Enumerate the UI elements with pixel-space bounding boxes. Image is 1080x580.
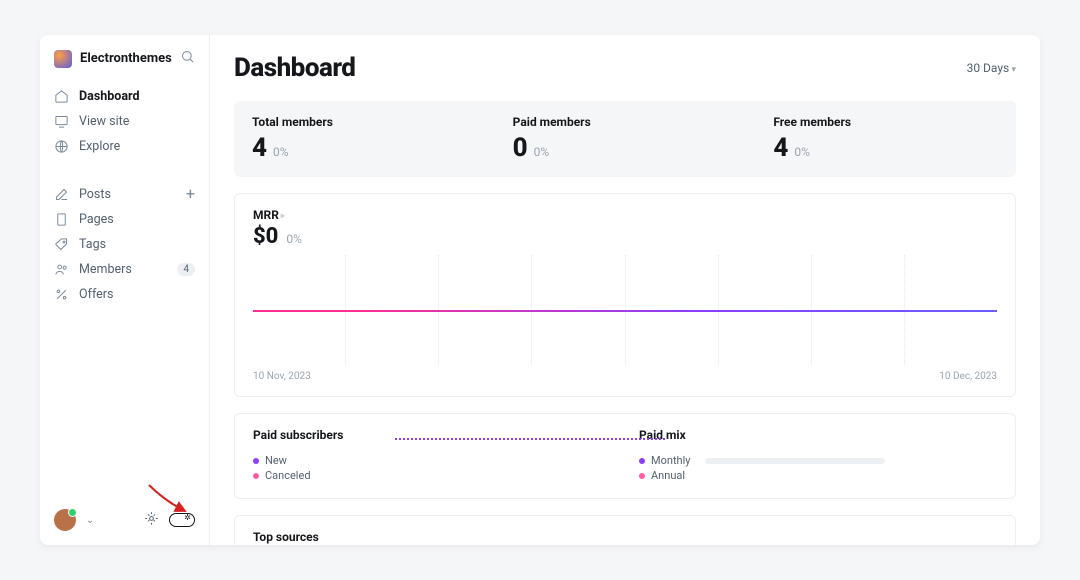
- tag-icon: [54, 237, 69, 252]
- sidebar-item-dashboard[interactable]: Dashboard: [40, 84, 209, 109]
- sidebar-item-label: View site: [79, 114, 195, 129]
- home-icon: [54, 89, 69, 104]
- section-title: Paid mix: [639, 428, 985, 442]
- mrr-pct: 0%: [286, 232, 302, 246]
- dot-icon: [639, 473, 645, 479]
- stat-paid-members[interactable]: Paid members 0 0%: [495, 115, 756, 163]
- sidebar-item-label: Members: [79, 262, 167, 277]
- gear-icon[interactable]: [144, 511, 159, 530]
- sidebar-item-explore[interactable]: Explore: [40, 134, 209, 159]
- section-title: Top sources: [253, 530, 997, 544]
- sidebar-item-label: Pages: [79, 212, 195, 227]
- legend-new: New: [253, 454, 599, 467]
- sidebar-item-label: Offers: [79, 287, 195, 302]
- sidebar-item-label: Explore: [79, 139, 195, 154]
- sidebar-item-label: Dashboard: [79, 89, 195, 104]
- sidebar-item-pages[interactable]: Pages: [40, 207, 209, 232]
- stats-row: Total members 4 0% Paid members 0 0% Free …: [234, 101, 1016, 177]
- stat-value: 4: [773, 133, 788, 163]
- stat-title: Total members: [252, 115, 477, 129]
- theme-toggle[interactable]: [169, 513, 195, 527]
- stat-pct: 0%: [794, 145, 810, 159]
- mrr-title[interactable]: MRR: [253, 208, 997, 222]
- stat-value: 4: [252, 133, 267, 163]
- sidebar-item-view-site[interactable]: View site: [40, 109, 209, 134]
- legend-monthly: Monthly: [639, 454, 691, 467]
- screen-icon: [54, 114, 69, 129]
- paid-mix-panel: Paid mix Monthly Annual: [627, 428, 997, 484]
- main: Dashboard 30 Days Total members 4 0% Paid…: [210, 35, 1040, 545]
- x-start: 10 Nov, 2023: [253, 371, 311, 382]
- sidebar-item-posts[interactable]: Posts +: [40, 181, 209, 207]
- stat-free-members[interactable]: Free members 4 0%: [755, 115, 1016, 163]
- stat-total-members[interactable]: Total members 4 0%: [234, 115, 495, 163]
- plus-icon[interactable]: +: [186, 186, 195, 202]
- chevron-down-icon[interactable]: ⌄: [86, 515, 94, 526]
- stat-title: Free members: [773, 115, 998, 129]
- x-end: 10 Dec, 2023: [939, 371, 997, 382]
- paid-subscribers-panel: Paid subscribers New Canceled: [253, 428, 611, 484]
- nav-primary: Dashboard View site Explore: [40, 80, 209, 163]
- brand[interactable]: Electronthemes: [54, 50, 172, 68]
- sidebar-item-tags[interactable]: Tags: [40, 232, 209, 257]
- date-range-select[interactable]: 30 Days: [967, 61, 1016, 75]
- members-icon: [54, 262, 69, 277]
- mrr-value: $0: [253, 224, 278, 249]
- avatar[interactable]: [54, 509, 76, 531]
- legend-annual: Annual: [639, 469, 691, 482]
- paid-mix-bar: [705, 458, 885, 464]
- legend-canceled: Canceled: [253, 469, 599, 482]
- mrr-chart: [253, 255, 997, 365]
- page-title: Dashboard: [234, 53, 355, 83]
- dot-icon: [639, 458, 645, 464]
- brand-name: Electronthemes: [80, 51, 172, 66]
- globe-icon: [54, 139, 69, 154]
- members-badge: 4: [177, 263, 195, 276]
- percent-icon: [54, 287, 69, 302]
- dot-icon: [253, 458, 259, 464]
- page-icon: [54, 212, 69, 227]
- search-icon[interactable]: [180, 49, 195, 68]
- stat-title: Paid members: [513, 115, 738, 129]
- dot-icon: [253, 473, 259, 479]
- nav-content: Posts + Pages Tags Members 4 Offers: [40, 177, 209, 311]
- sidebar-item-members[interactable]: Members 4: [40, 257, 209, 282]
- sidebar-item-label: Posts: [79, 187, 176, 202]
- subscribers-baseline: [395, 438, 665, 440]
- edit-icon: [54, 187, 69, 202]
- mrr-line: [253, 310, 997, 312]
- mrr-panel: MRR $0 0% 10 Nov, 2023 10 Dec, 2023: [234, 193, 1016, 397]
- sidebar-item-label: Tags: [79, 237, 195, 252]
- brand-logo-icon: [54, 50, 72, 68]
- paid-row: Paid subscribers New Canceled Paid mix M…: [234, 413, 1016, 499]
- stat-pct: 0%: [273, 145, 289, 159]
- sidebar-item-offers[interactable]: Offers: [40, 282, 209, 307]
- stat-pct: 0%: [534, 145, 550, 159]
- top-sources-panel: Top sources: [234, 515, 1016, 545]
- stat-value: 0: [513, 133, 528, 163]
- sidebar: Electronthemes Dashboard View site Explo…: [40, 35, 210, 545]
